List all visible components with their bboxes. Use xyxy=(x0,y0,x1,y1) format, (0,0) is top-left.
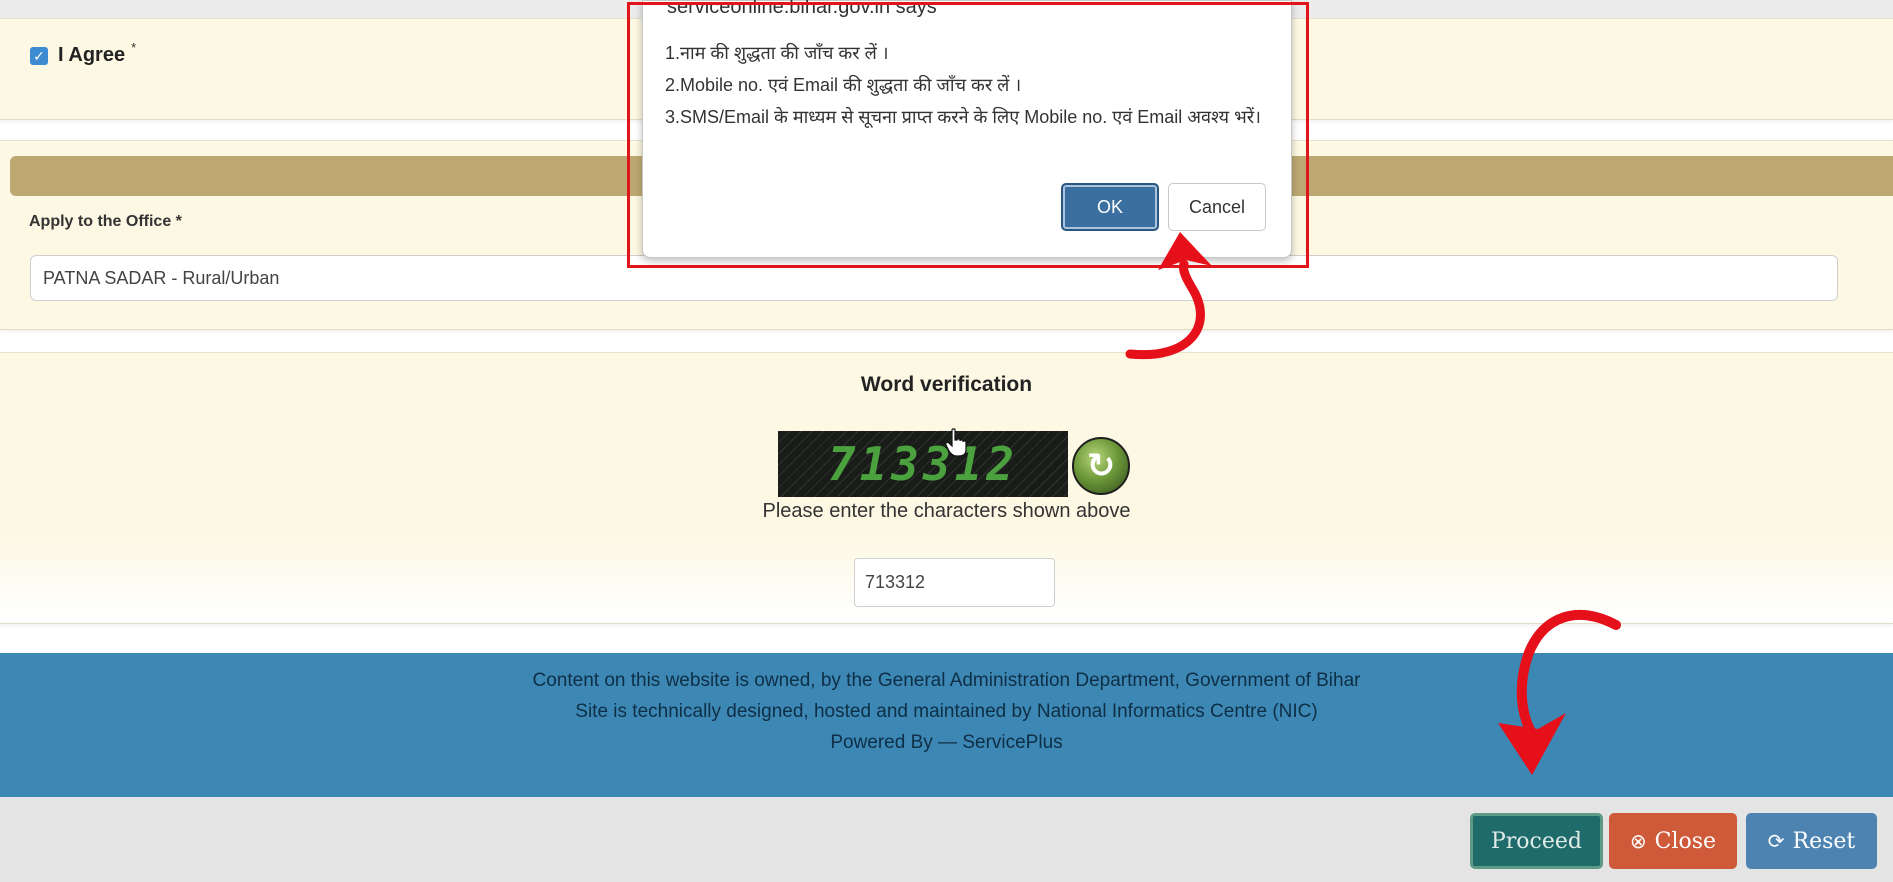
site-footer: Content on this website is owned, by the… xyxy=(0,653,1893,797)
reset-label: Reset xyxy=(1792,828,1856,854)
dialog-cancel-button[interactable]: Cancel xyxy=(1168,183,1266,231)
dialog-message-line: 1.नाम की शुद्धता की जाँच कर लें । xyxy=(665,43,889,63)
close-circle-icon: ⊗ xyxy=(1629,829,1647,853)
dialog-title: serviceonline.bihar.gov.in says xyxy=(667,0,937,18)
verification-title: Word verification xyxy=(860,373,1033,396)
required-marker: * xyxy=(131,40,137,55)
checkbox-checked-icon[interactable]: ✓ xyxy=(30,46,48,65)
proceed-label: Proceed xyxy=(1490,828,1582,854)
proceed-button[interactable]: Proceed xyxy=(1470,813,1603,869)
dialog-message: 1.नाम की शुद्धता की जाँच कर लें । 2.Mobi… xyxy=(665,37,1265,133)
captcha-input[interactable]: 713312 xyxy=(854,558,1055,607)
captcha-text: 713312 xyxy=(827,437,1019,491)
refresh-captcha-icon[interactable]: ↻ xyxy=(1072,437,1130,495)
close-button[interactable]: ⊗ Close xyxy=(1609,813,1737,869)
agree-label: I Agree xyxy=(58,44,126,66)
captcha-hint: Please enter the characters shown above xyxy=(762,500,1131,522)
agree-checkbox-row[interactable]: ✓ I Agree * xyxy=(30,40,136,67)
captcha-image: 713312 xyxy=(778,431,1068,497)
footer-ownership: Content on this website is owned, by the… xyxy=(532,670,1361,691)
confirm-dialog: serviceonline.bihar.gov.in says 1.नाम की… xyxy=(642,0,1292,258)
dialog-message-line: 3.SMS/Email के माध्यम से सूचना प्राप्त क… xyxy=(665,107,1261,127)
dialog-message-line: 2.Mobile no. एवं Email की शुद्धता की जाँ… xyxy=(665,75,1022,95)
footer-powered-by: Powered By — ServicePlus xyxy=(830,732,1063,753)
office-label: Apply to the Office * xyxy=(29,213,182,230)
reset-button[interactable]: ⟳ Reset xyxy=(1746,813,1877,869)
footer-nic: Site is technically designed, hosted and… xyxy=(575,701,1318,722)
hand-cursor-icon xyxy=(945,428,967,457)
dialog-ok-button[interactable]: OK xyxy=(1061,183,1159,231)
reset-icon: ⟳ xyxy=(1767,829,1785,853)
office-select[interactable]: PATNA SADAR - Rural/Urban xyxy=(30,255,1838,301)
close-label: Close xyxy=(1654,828,1717,854)
